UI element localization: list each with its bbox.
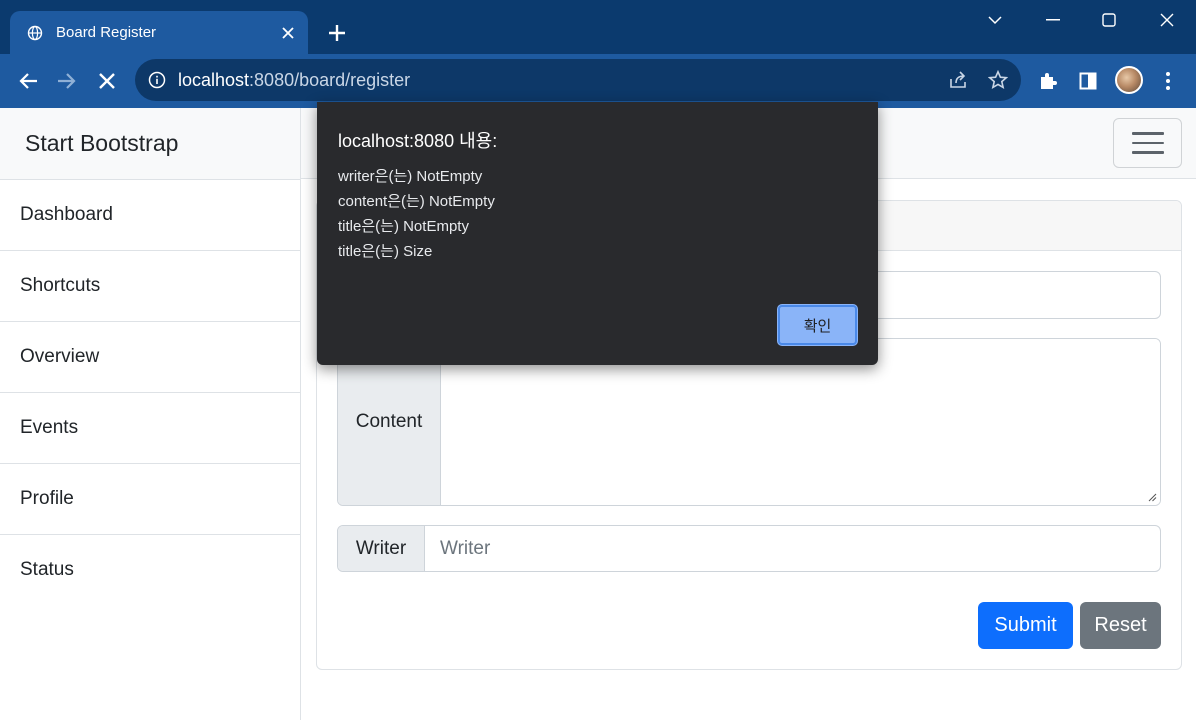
sidebar-item-profile[interactable]: Profile [0,464,300,535]
sidebar-item-overview[interactable]: Overview [0,322,300,393]
alert-dialog: localhost:8080 내용: writer은(는) NotEmpty c… [317,102,878,365]
dialog-message: content은(는) NotEmpty [338,193,495,210]
close-icon[interactable] [274,19,302,47]
writer-label: Writer [338,526,425,571]
browser-title-bar: Board Register [0,0,1196,54]
window-close-icon[interactable] [1138,0,1196,40]
back-arrow-icon[interactable] [12,65,44,97]
globe-icon [26,24,44,42]
hamburger-icon[interactable] [1113,118,1182,168]
address-bar[interactable]: localhost:8080/board/register [135,59,1021,101]
maximize-icon[interactable] [1080,0,1138,40]
tab-title: Board Register [56,24,157,41]
writer-field[interactable]: Writer [425,526,1160,571]
sidebar: Start Bootstrap Dashboard Shortcuts Over… [0,108,301,720]
kebab-menu-icon[interactable] [1152,65,1184,97]
sidebar-item-shortcuts[interactable]: Shortcuts [0,251,300,322]
sidebar-empty-area [0,604,300,720]
browser-toolbar: localhost:8080/board/register [0,54,1196,108]
dialog-messages: writer은(는) NotEmpty content은(는) NotEmpty… [338,164,495,264]
plus-icon[interactable] [322,18,352,48]
info-icon[interactable] [148,71,166,94]
url-text: localhost:8080/board/register [178,70,410,91]
avatar[interactable] [1115,66,1143,94]
share-icon[interactable] [948,70,968,95]
dialog-message: title은(는) Size [338,243,433,260]
side-panel-icon[interactable] [1072,65,1104,97]
star-icon[interactable] [987,69,1009,95]
forward-arrow-icon[interactable] [51,65,83,97]
puzzle-icon[interactable] [1032,65,1064,97]
sidebar-item-dashboard[interactable]: Dashboard [0,180,300,251]
dialog-title: localhost:8080 내용: [338,131,498,151]
minimize-icon[interactable] [1024,0,1082,40]
sidebar-item-events[interactable]: Events [0,393,300,464]
reset-button[interactable]: Reset [1080,602,1161,649]
url-host: localhost [178,70,250,90]
submit-button[interactable]: Submit [978,602,1073,649]
resize-grip-icon[interactable] [1147,492,1157,502]
writer-input-group: Writer Writer [337,525,1161,572]
dialog-message: writer은(는) NotEmpty [338,168,483,185]
chevron-down-icon[interactable] [966,0,1024,40]
dialog-message: title은(는) NotEmpty [338,218,469,235]
sidebar-brand[interactable]: Start Bootstrap [0,108,300,180]
sidebar-item-status[interactable]: Status [0,535,300,606]
browser-tab[interactable]: Board Register [10,11,308,54]
ok-button[interactable]: 확인 [778,305,857,345]
stop-icon[interactable] [91,65,123,97]
url-path: :8080/board/register [249,70,411,90]
